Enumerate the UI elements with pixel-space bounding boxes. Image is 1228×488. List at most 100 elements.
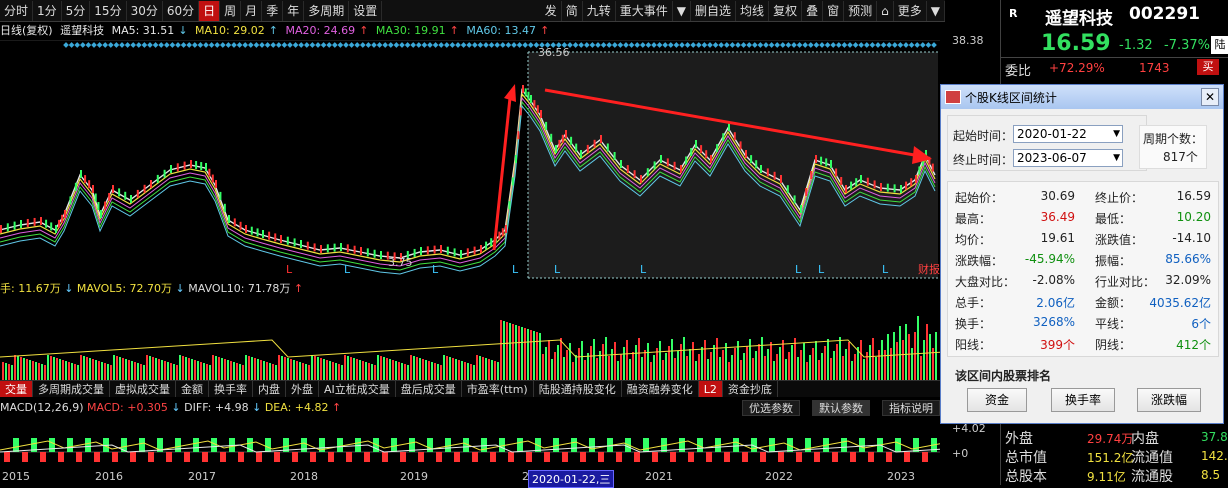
tab-multi-period-volume[interactable]: 多周期成交量 [33,381,110,397]
volume-chart[interactable] [0,297,940,380]
volume-bar [806,362,808,380]
default-params-button[interactable]: 默认参数 [812,400,870,416]
event-diamond-icon [516,42,523,48]
tab-outer[interactable]: 外盘 [286,381,319,397]
adjust-button[interactable]: 复权 [769,0,803,21]
volume-bar [653,355,655,380]
event-diamond-icon [634,42,641,48]
tab-northbound-holding[interactable]: 陆股通持股变化 [534,381,622,397]
volume-bar [167,362,169,380]
window-button[interactable]: 窗 [823,0,845,21]
volume-bar [425,360,427,380]
more-dropdown-icon[interactable]: ▼ [927,0,945,21]
tab-pe-ttm[interactable]: 市盈率(ttm) [462,381,534,397]
volume-bar [587,353,589,380]
fa-button[interactable]: 发 [541,0,562,21]
period-tab-day[interactable]: 日 [199,0,221,21]
lock-icon[interactable]: ⌂ [877,0,894,21]
volume-bar [311,355,313,380]
volume-bar [566,350,568,380]
stat-value: 16.59 [1176,189,1211,203]
candle [205,163,207,171]
ma-button[interactable]: 均线 [736,0,770,21]
end-time-select[interactable]: 2023-06-07 ▼ [1013,149,1123,167]
jian-button[interactable]: 简 [562,0,583,21]
volume-bar [173,364,175,380]
jiuzhuan-button[interactable]: 九转 [583,0,616,21]
optimized-params-button[interactable]: 优选参数 [742,400,800,416]
period-tab-分时[interactable]: 分时 [0,0,34,21]
tab-capital-bottom[interactable]: 资金抄底 [723,381,778,397]
event-diamond-icon [718,42,725,48]
period-tab-year[interactable]: 年 [283,0,305,21]
volume-bar [533,331,535,380]
volume-bar [242,365,244,380]
volume-bar [866,352,868,380]
rank-by-turnover-button[interactable]: 换手率 [1051,388,1115,412]
period-tab-1min[interactable]: 1分 [33,0,62,21]
candle [575,143,578,152]
volume-bar [380,356,382,380]
period-tab-quarter[interactable]: 季 [262,0,284,21]
period-tab-30min[interactable]: 30分 [127,0,163,21]
period-tab-15min[interactable]: 15分 [90,0,127,21]
candle [156,174,159,183]
volume-bar [179,355,181,380]
rank-by-capital-button[interactable]: 资金 [967,388,1027,412]
period-tab-60min[interactable]: 60分 [163,0,200,21]
tab-margin-change[interactable]: 融资融券变化 [622,381,699,397]
tab-volume[interactable]: 交量 [0,381,33,397]
macd-bar-positive [337,438,343,452]
events-dropdown-icon[interactable]: ▼ [673,0,692,21]
kline-chart[interactable]: 36.56 3.75 L L L L L L L L L 财报 [0,40,940,280]
period-tab-5min[interactable]: 5分 [62,0,91,21]
settings-button[interactable]: 设置 [349,0,383,21]
event-diamond-icon [667,42,674,48]
rank-by-change-button[interactable]: 涨跌幅 [1137,388,1201,412]
start-time-label: 起始时间： [953,129,1014,143]
macd-bar-negative [526,452,532,462]
tab-turnover[interactable]: 换手率 [209,381,253,397]
lu-badge[interactable]: 陆 [1211,36,1228,54]
volume-bar [524,328,526,380]
event-diamond-icon [628,42,635,48]
multi-period-button[interactable]: 多周期 [304,0,350,21]
candle [646,168,649,177]
dialog-titlebar[interactable]: 个股K线区间统计 [941,85,1223,109]
start-time-select[interactable]: 2020-01-22 ▼ [1013,125,1123,143]
event-diamond-icon [931,42,937,48]
overlay-button[interactable]: 叠 [802,0,824,21]
tab-l2-badge[interactable]: L2 [698,381,723,397]
tab-virtual-volume[interactable]: 虚拟成交量 [110,381,176,397]
outer-label: 外盘 [1005,431,1033,447]
event-diamond-icon [807,42,814,48]
candle [793,195,796,204]
volume-bar [335,363,337,380]
volume-bar [458,360,460,380]
macd-bar-negative [472,452,478,462]
close-icon[interactable]: ✕ [1201,88,1219,106]
major-events-button[interactable]: 重大事件 [616,0,673,21]
tab-after-hours-volume[interactable]: 盘后成交量 [396,381,462,397]
period-tab-month[interactable]: 月 [241,0,263,21]
candle [45,219,48,228]
forecast-button[interactable]: 预测 [844,0,878,21]
volume-bar [395,361,397,380]
tab-amount[interactable]: 金额 [176,381,209,397]
event-diamond-icon [421,42,428,48]
stat-label: 阴线： [1095,338,1132,352]
volume-bar [728,362,730,380]
volume-bar [176,365,178,380]
volume-bar [926,324,928,380]
more-button[interactable]: 更多 [894,0,927,21]
period-tab-week[interactable]: 周 [220,0,242,21]
candle [353,245,356,254]
tab-ai-volume[interactable]: AI立桩成交量 [319,381,396,397]
tab-inner[interactable]: 内盘 [253,381,286,397]
indicator-help-button[interactable]: 指标说明 [882,400,940,416]
candle [780,175,782,183]
remove-watchlist-button[interactable]: 删自选 [691,0,737,21]
volume-bar [644,350,646,380]
event-diamond-icon [785,42,792,48]
macd-chart[interactable] [0,416,940,470]
